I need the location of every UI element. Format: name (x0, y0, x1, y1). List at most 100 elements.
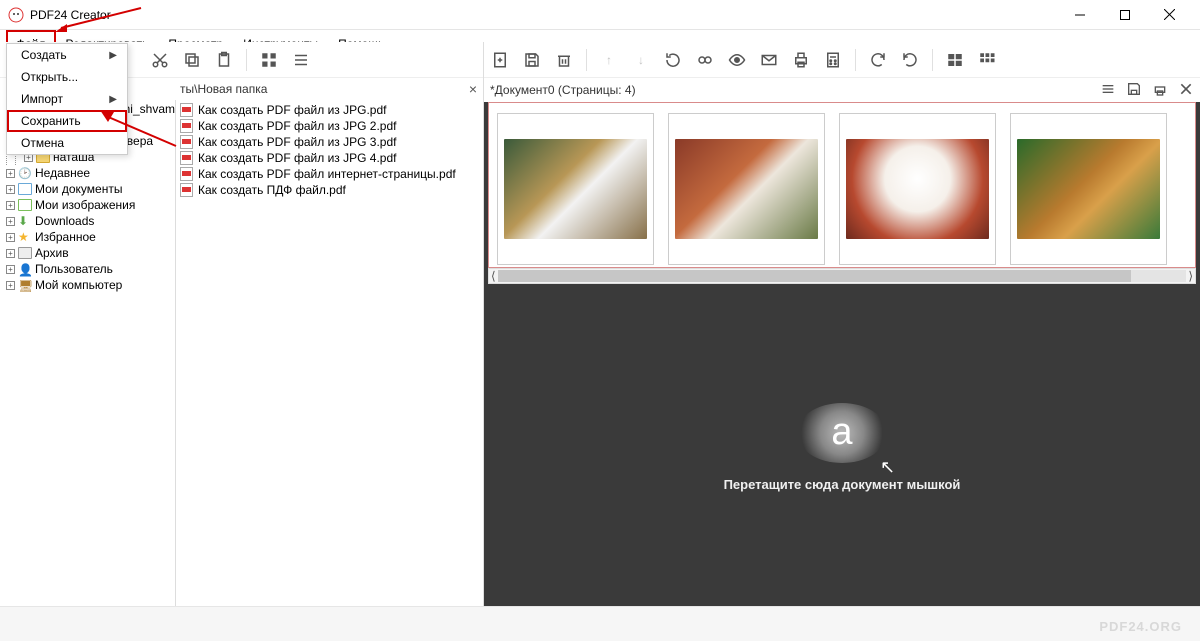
close-path-button[interactable]: × (463, 81, 483, 97)
document-title: *Документ0 (Страницы: 4) (490, 83, 636, 97)
menu-item-label: Отмена (21, 136, 64, 150)
menu-item-label: Импорт (21, 92, 63, 106)
pages-container (497, 113, 1187, 265)
window-minimize-button[interactable] (1057, 0, 1102, 30)
eye-icon[interactable] (727, 50, 747, 70)
file-item[interactable]: Как создать ПДФ файл.pdf (180, 182, 479, 198)
scroll-thumb[interactable] (498, 270, 1132, 282)
thumbnails-icon[interactable] (945, 50, 965, 70)
file-browser: plate_s_relefnymi_shvam+Tor BrowserНаташ… (0, 100, 483, 606)
rotate-left-icon[interactable] (663, 50, 683, 70)
menu-item-open[interactable]: Открыть... (7, 66, 127, 88)
print-icon[interactable] (791, 50, 811, 70)
scroll-left-icon[interactable]: ⟨ (491, 269, 496, 283)
redo-icon[interactable] (900, 50, 920, 70)
cursor-icon: ↖ (880, 457, 895, 478)
bottom-strip (0, 606, 1200, 641)
calculator-icon[interactable] (823, 50, 843, 70)
file-name: Как создать ПДФ файл.pdf (198, 183, 346, 197)
arrow-down-icon[interactable]: ↓ (631, 50, 651, 70)
file-name: Как создать PDF файл из JPG 3.pdf (198, 135, 396, 149)
list-icon[interactable] (291, 50, 311, 70)
menu-item-label: Создать (21, 48, 67, 62)
tree-item-label: Недавнее (35, 166, 90, 180)
chevron-right-icon: ▶ (109, 94, 117, 105)
page-image (504, 139, 647, 239)
tree-item[interactable]: +🖥Мой компьютер (0, 277, 175, 293)
menu-item-label: Сохранить (21, 114, 81, 128)
pdf-icon (180, 103, 193, 117)
file-list[interactable]: Как создать PDF файл из JPG.pdf Как созда… (176, 100, 483, 606)
copy-icon[interactable] (182, 50, 202, 70)
toolbar-separator (586, 49, 587, 71)
menu-item-create[interactable]: Создать ▶ (7, 44, 127, 66)
tree-item[interactable]: +👤Пользователь (0, 261, 175, 277)
mail-icon[interactable] (759, 50, 779, 70)
tree-item[interactable]: +⬇Downloads (0, 213, 175, 229)
scroll-right-icon[interactable]: ⟩ (1188, 269, 1193, 283)
brand-logo: a (797, 403, 887, 463)
menu-item-import[interactable]: Импорт ▶ (7, 88, 127, 110)
page-thumbnail[interactable] (1010, 113, 1167, 265)
page-thumbnail[interactable] (497, 113, 654, 265)
titlebar: PDF24 Creator (0, 0, 1200, 30)
pages-strip (488, 102, 1196, 268)
window-maximize-button[interactable] (1102, 0, 1147, 30)
file-name: Как создать PDF файл из JPG 4.pdf (198, 151, 396, 165)
menu-icon[interactable] (1100, 81, 1116, 100)
file-item[interactable]: Как создать PDF файл из JPG.pdf (180, 102, 479, 118)
page-image (846, 139, 989, 239)
grid-icon[interactable] (259, 50, 279, 70)
page-image (675, 139, 818, 239)
arrow-up-icon[interactable]: ↑ (599, 50, 619, 70)
file-item[interactable]: Как создать PDF файл из JPG 4.pdf (180, 150, 479, 166)
page-thumbnail[interactable] (839, 113, 996, 265)
tree-item[interactable]: +Мои изображения (0, 197, 175, 213)
menu-item-label: Открыть... (21, 70, 78, 84)
file-name: Как создать PDF файл из JPG 2.pdf (198, 119, 396, 133)
save-doc-icon[interactable] (1126, 81, 1142, 100)
app-icon (8, 7, 24, 23)
tree-item-label: Архив (35, 246, 69, 260)
drop-hint-text: Перетащите сюда документ мышкой (724, 477, 961, 492)
tree-item[interactable]: +Архив (0, 245, 175, 261)
toolbar-separator (855, 49, 856, 71)
new-doc-icon[interactable] (490, 50, 510, 70)
file-item[interactable]: Как создать PDF файл из JPG 3.pdf (180, 134, 479, 150)
delete-icon[interactable] (554, 50, 574, 70)
document-header: *Документ0 (Страницы: 4) (484, 78, 1200, 102)
close-doc-icon[interactable] (1178, 81, 1194, 100)
right-pane: ↑ ↓ *Документ0 (Страницы: 4) (484, 42, 1200, 606)
watermark: PDF24.ORG (1099, 619, 1182, 634)
right-toolbar: ↑ ↓ (484, 42, 1200, 78)
pdf-icon (180, 183, 193, 197)
horizontal-scrollbar[interactable]: ⟨ ⟩ (488, 268, 1196, 284)
chevron-right-icon: ▶ (109, 50, 117, 61)
drop-area[interactable]: a ↖ Перетащите сюда документ мышкой (484, 288, 1200, 606)
tree-item[interactable]: +🕑Недавнее (0, 165, 175, 181)
small-grid-icon[interactable] (977, 50, 997, 70)
tree-item-label: Мои документы (35, 182, 122, 196)
tree-item[interactable]: +★Избранное (0, 229, 175, 245)
tree-item-label: Пользователь (35, 262, 113, 276)
tree-item[interactable]: +Мои документы (0, 181, 175, 197)
annotation-arrow-2 (100, 110, 180, 150)
save-icon[interactable] (522, 50, 542, 70)
file-item[interactable]: Как создать PDF файл из JPG 2.pdf (180, 118, 479, 134)
window-close-button[interactable] (1147, 0, 1192, 30)
file-name: Как создать PDF файл из JPG.pdf (198, 103, 386, 117)
link-icon[interactable] (695, 50, 715, 70)
undo-icon[interactable] (868, 50, 888, 70)
path-text: ты\Новая папка (180, 82, 267, 96)
pdf-icon (180, 167, 193, 181)
tree-item-label: Мой компьютер (35, 278, 122, 292)
page-thumbnail[interactable] (668, 113, 825, 265)
pdf-icon (180, 151, 193, 165)
folder-tree[interactable]: plate_s_relefnymi_shvam+Tor BrowserНаташ… (0, 100, 176, 606)
print-doc-icon[interactable] (1152, 81, 1168, 100)
file-item[interactable]: Как создать PDF файл интернет-страницы.p… (180, 166, 479, 182)
cut-icon[interactable] (150, 50, 170, 70)
toolbar-separator (932, 49, 933, 71)
clipboard-icon[interactable] (214, 50, 234, 70)
tree-item-label: Избранное (35, 230, 96, 244)
